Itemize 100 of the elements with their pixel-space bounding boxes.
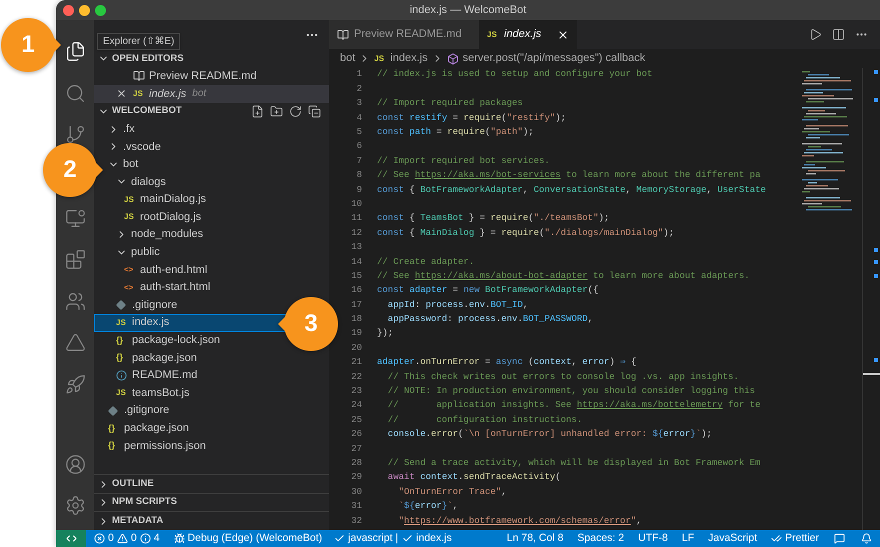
status-item[interactable]: UTF-8 — [631, 530, 675, 546]
triangle-icon — [64, 332, 86, 354]
line-number: 27 — [350, 442, 362, 456]
code-link[interactable]: https://aka.ms/about-bot-adapter — [414, 270, 588, 281]
code-line: appPassword: process.env.BOT_PASSWORD, — [386, 313, 594, 326]
line-number: 18 — [350, 313, 362, 326]
file-item[interactable]: JS teamsBot.js — [94, 384, 329, 402]
problems-button[interactable]: 0 0 4 — [86, 530, 166, 546]
step-number-tooltip: 1 — [0, 17, 62, 73]
line-number: 14 — [350, 256, 362, 269]
tab-label: index.js — [504, 27, 542, 42]
code-link[interactable]: https://aka.ms/bottelemetry — [576, 400, 723, 410]
file-item[interactable]: .gitignore — [94, 402, 329, 420]
extensions-icon — [64, 249, 86, 270]
status-item[interactable]: Spaces: 2 — [570, 530, 632, 546]
status-item[interactable]: Ln 78, Col 8 — [500, 530, 570, 546]
debug-button[interactable]: Debug (Edge) (WelcomeBot) — [166, 530, 330, 546]
folder-item[interactable]: .fx — [94, 120, 329, 138]
section-header[interactable]: WELCOMEBOT — [94, 102, 329, 120]
section-header[interactable]: OUTLINE — [94, 475, 329, 493]
code-line: // Import required packages — [377, 97, 523, 110]
run-icon[interactable] — [809, 28, 822, 41]
status-item[interactable]: javascript | — [330, 530, 398, 546]
collapse-icon[interactable] — [308, 105, 321, 118]
status-item[interactable]: JavaScript — [701, 530, 764, 546]
breadcrumb-item[interactable]: server.post("/api/messages") callback — [446, 50, 646, 67]
code-line: `${error}`, — [398, 500, 458, 514]
breadcrumb-item[interactable]: JS index.js — [374, 50, 428, 67]
line-number: 29 — [350, 471, 362, 484]
file-item[interactable]: {} permissions.json — [94, 437, 329, 455]
info-icon — [116, 370, 127, 381]
refresh-icon[interactable] — [289, 105, 302, 118]
status-item[interactable]: LF — [674, 530, 702, 546]
line-number: 5 — [356, 126, 362, 139]
code-line: }); — [377, 327, 394, 340]
js-file-icon: JS — [116, 318, 128, 327]
files-icon — [64, 41, 86, 62]
tooltip: Explorer (⇧⌘E) — [97, 33, 180, 50]
file-item[interactable]: {} package.json — [94, 349, 329, 367]
section-header[interactable]: NPM SCRIPTS — [94, 494, 329, 512]
code-line: const restify = require("restify"); — [377, 112, 566, 125]
close-icon[interactable] — [557, 28, 569, 40]
line-number: 20 — [350, 342, 362, 355]
code-link[interactable]: https://www.botframework.com/schemas/error — [404, 516, 631, 526]
code-line: await context.sendTraceActivity( — [386, 471, 561, 484]
file-name: index.js — [149, 86, 186, 102]
diamond-icon — [108, 406, 118, 416]
error-count: 0 — [108, 530, 114, 546]
braces-file-icon: {} — [116, 336, 128, 345]
breadcrumb-item[interactable]: bot — [340, 50, 356, 67]
line-number: 3 — [356, 97, 362, 110]
warning-icon — [116, 533, 128, 544]
file-item[interactable]: {} package.json — [94, 419, 329, 438]
close-icon[interactable] — [116, 88, 127, 100]
search-icon — [64, 82, 86, 104]
folder-item[interactable]: node_modules — [94, 226, 329, 244]
error-icon — [94, 533, 105, 544]
remote-button[interactable] — [56, 530, 86, 547]
bell-icon[interactable] — [861, 533, 872, 544]
tab-label: Preview README.md — [354, 27, 462, 42]
line-number: 19 — [350, 327, 362, 340]
js-file-icon: JS — [487, 30, 499, 38]
code-link[interactable]: https://aka.ms/bot-services — [414, 170, 561, 180]
code-line: // configuration instructions. — [386, 414, 582, 427]
diamond-icon — [116, 300, 126, 310]
code-line: adapter.onTurnError = async (context, error) ⇒ { — [377, 356, 636, 370]
code-line: // See https://aka.ms/about-bot-adapter to learn more about adapters. — [377, 270, 750, 283]
people-icon — [64, 290, 86, 312]
editor-tab[interactable]: Preview README.md — [329, 20, 479, 49]
scrollbar[interactable] — [862, 68, 880, 530]
line-number: 1 — [356, 68, 362, 82]
split-editor-icon[interactable] — [832, 28, 845, 41]
info-count: 4 — [154, 530, 160, 546]
js-file-icon: JS — [374, 54, 386, 62]
open-editor-item[interactable]: Preview README.md — [94, 68, 329, 86]
line-number: 32 — [350, 514, 362, 528]
feedback-icon[interactable] — [834, 533, 845, 544]
line-number: 8 — [356, 169, 362, 182]
info-icon — [140, 533, 151, 544]
status-item[interactable]: index.js — [398, 530, 452, 546]
new-folder-icon[interactable] — [270, 105, 283, 118]
folder-item[interactable]: public — [94, 244, 329, 262]
file-item[interactable]: <> auth-start.html — [94, 278, 329, 296]
section-header[interactable]: OPEN EDITORS — [94, 50, 329, 68]
status-item[interactable]: Prettier — [764, 530, 826, 546]
file-item[interactable]: <> auth-end.html — [94, 261, 329, 279]
new-file-icon[interactable] — [251, 105, 264, 118]
file-name: Preview README.md — [149, 69, 257, 84]
open-editor-item[interactable]: JS index.js bot — [94, 85, 329, 103]
code-line: // See https://aka.ms/bot-services to learn more about the different pa — [377, 169, 760, 182]
code-line: // index.js is used to setup and configure your bot — [377, 68, 652, 82]
line-number: 21 — [350, 356, 362, 370]
file-item[interactable]: README.md — [94, 366, 329, 384]
line-number: 22 — [350, 370, 362, 384]
code-line: // This check writes out errors to console log .vs. app insights. — [386, 370, 739, 384]
editor-tab[interactable]: JS index.js — [479, 20, 577, 49]
file-item[interactable]: JS rootDialog.js — [94, 208, 329, 226]
js-file-icon: JS — [124, 196, 136, 204]
preview-icon — [337, 28, 349, 40]
section-header[interactable]: METADATA — [94, 512, 329, 530]
